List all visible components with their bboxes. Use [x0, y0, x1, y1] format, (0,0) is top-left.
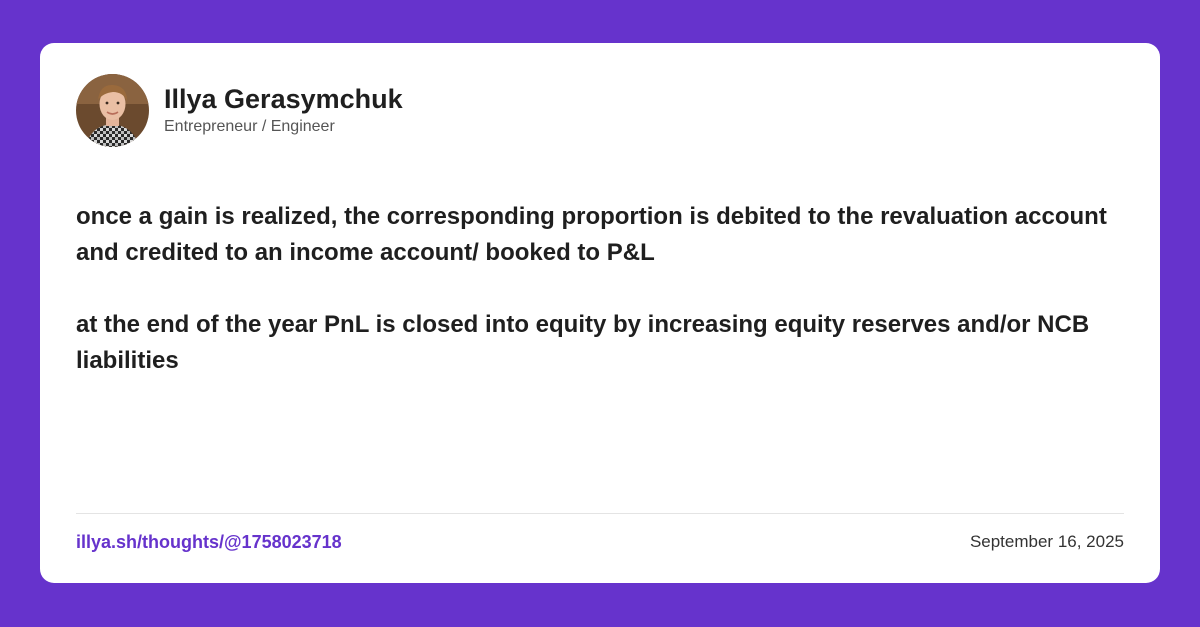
- permalink-link[interactable]: illya.sh/thoughts/@1758023718: [76, 532, 342, 553]
- author-header: Illya Gerasymchuk Entrepreneur / Enginee…: [76, 73, 403, 147]
- post-paragraph: once a gain is realized, the correspondi…: [76, 203, 1107, 266]
- author-name[interactable]: Illya Gerasymchuk: [164, 83, 403, 115]
- post-paragraph: at the end of the year PnL is closed int…: [76, 311, 1090, 374]
- author-identity: Illya Gerasymchuk Entrepreneur / Enginee…: [164, 83, 403, 137]
- author-title: Entrepreneur / Engineer: [164, 118, 335, 135]
- profile-photo-icon: [76, 73, 149, 147]
- author-avatar[interactable]: [76, 73, 149, 147]
- post-card: Illya Gerasymchuk Entrepreneur / Enginee…: [40, 43, 1160, 583]
- post-footer: illya.sh/thoughts/@1758023718 September …: [76, 529, 1124, 555]
- footer-divider: [76, 513, 1124, 514]
- post-content: once a gain is realized, the correspondi…: [76, 199, 1116, 415]
- post-date: September 16, 2025: [969, 532, 1124, 551]
